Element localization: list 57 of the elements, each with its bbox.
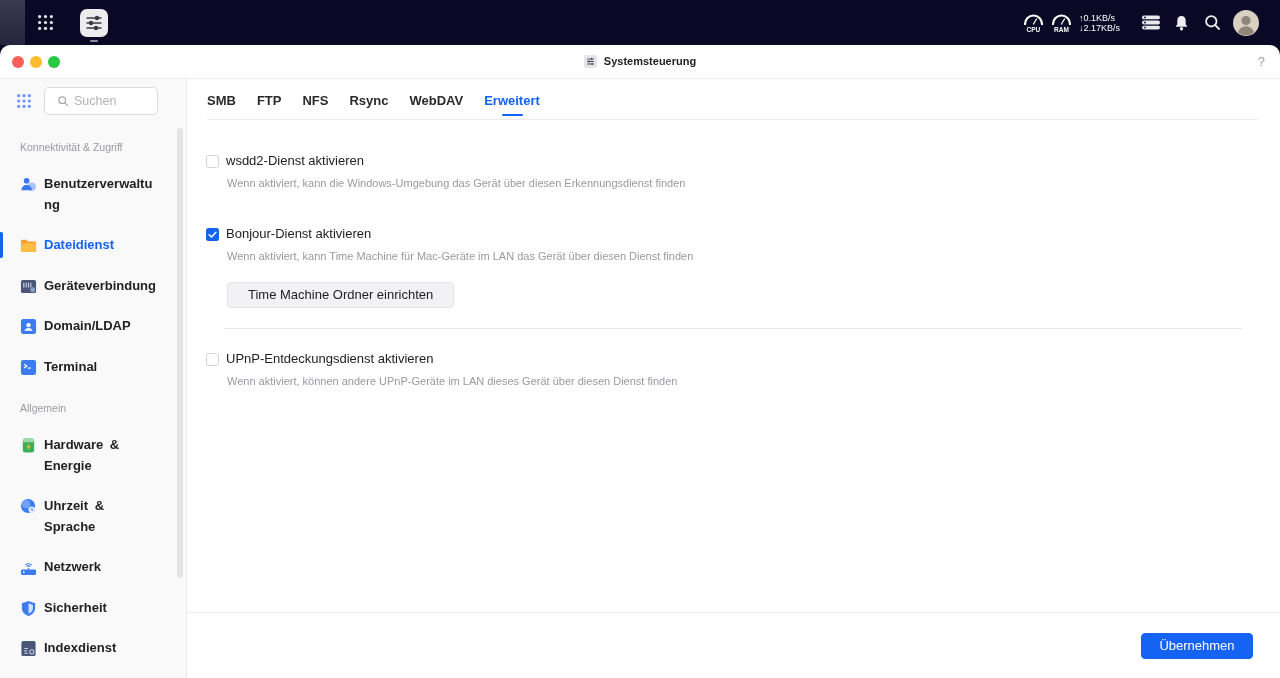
clock-icon [20, 498, 37, 515]
tab[interactable]: SMB [207, 79, 236, 119]
gauge-icon[interactable] [1050, 12, 1072, 25]
bell-icon[interactable] [1175, 14, 1188, 31]
selection-bar [0, 232, 3, 259]
window-title: Systemsteuerung [603, 54, 697, 70]
search-icon [58, 96, 68, 106]
users-icon [20, 176, 37, 193]
device-icon [20, 277, 37, 295]
checkbox-label: wsdd2-Dienst aktivieren [226, 152, 364, 170]
sidebar-item[interactable]: Uhrzeit & Sprache [0, 486, 186, 547]
tab[interactable]: WebDAV [409, 79, 464, 119]
tab[interactable]: NFS [302, 79, 329, 119]
tab[interactable]: Erweitert [484, 79, 540, 119]
search-icon[interactable] [1205, 15, 1220, 30]
document-icon [20, 640, 37, 657]
battery-icon [20, 437, 37, 454]
apply-button[interactable]: Übernehmen [1141, 632, 1253, 659]
setup-button[interactable]: Time Machine Ordner einrichten [227, 282, 455, 308]
checkbox-label: UPnP-Entdeckungsdienst aktivieren [226, 350, 434, 368]
tab-underline [501, 113, 523, 116]
running-indicator [90, 39, 98, 42]
wallpaper-edge [0, 0, 25, 45]
checkbox[interactable] [206, 352, 219, 366]
sidebar-item[interactable]: Indexdienst [0, 628, 186, 669]
checkbox-label: Bonjour-Dienst aktivieren [226, 225, 372, 243]
contact-card-icon [20, 318, 37, 335]
sidebar-item[interactable]: Sicherheit [0, 587, 186, 628]
sidebar-item[interactable]: Geräteverbindung [0, 265, 186, 306]
upload-speed: ↑0.1KB/s [1078, 12, 1116, 23]
tab[interactable]: FTP [256, 79, 282, 119]
section-label: Konnektivität & Zugriff [20, 140, 124, 154]
sliders-icon [583, 55, 597, 68]
apps-grid-icon[interactable] [38, 15, 53, 30]
sidebar-item[interactable]: Netzwerk [0, 547, 186, 588]
sliders-icon[interactable] [80, 8, 108, 37]
folder-icon [20, 237, 37, 254]
sidebar-item[interactable]: Benutzerverwaltung [0, 164, 186, 225]
sidebar-item[interactable]: Domain/LDAP [0, 306, 186, 347]
option-description: Wenn aktiviert, können andere UPnP-Geräte im LAN dieses Gerät über diesen Dienst finden [227, 374, 678, 389]
option-description: Wenn aktiviert, kann die Windows-Umgebung das Gerät über diesen Erkennungsdienst finden [227, 176, 686, 191]
shield-icon [20, 599, 37, 617]
download-speed: ↓2.17KB/s [1078, 22, 1120, 33]
sidebar-item[interactable]: Terminal [0, 346, 186, 387]
sidebar-item[interactable]: Hardware & Energie [0, 425, 186, 486]
terminal-icon [20, 358, 37, 376]
checkbox[interactable] [206, 227, 219, 241]
sidebar-item[interactable]: Dateidienst [0, 225, 186, 266]
option-description: Wenn aktiviert, kann Time Machine für Mac-Geräte im LAN das Gerät über diesen Dienst finden [227, 249, 694, 264]
section-label: Allgemein [20, 401, 68, 415]
tab[interactable]: Rsync [349, 79, 389, 119]
server-stack-icon[interactable] [1142, 15, 1160, 30]
avatar[interactable] [1233, 9, 1259, 36]
close-button[interactable] [12, 55, 24, 68]
gauge-icon[interactable] [1022, 12, 1044, 25]
checkbox[interactable] [206, 154, 219, 168]
search-field[interactable]: Suchen [44, 87, 158, 115]
